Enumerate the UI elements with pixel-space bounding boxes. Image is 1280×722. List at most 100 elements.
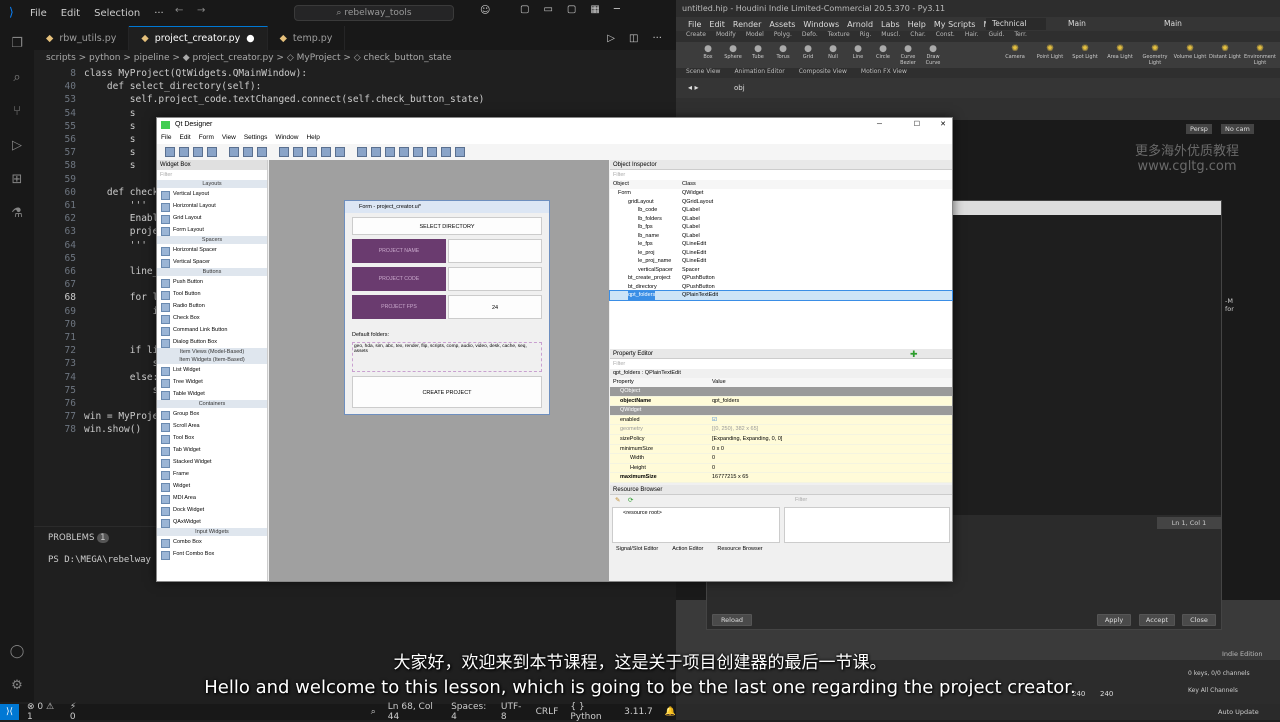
shelf-tab[interactable]: Create: [686, 31, 706, 42]
shelf-tab[interactable]: Muscl.: [881, 31, 900, 42]
tab-rbw-utils[interactable]: ◆ rbw_utils.py: [34, 26, 130, 50]
object-row[interactable]: bt_create_project QPushButton: [610, 274, 952, 283]
toolbar-button-icon[interactable]: [455, 147, 465, 157]
widget-item[interactable]: Vertical Layout: [157, 188, 267, 200]
apply-button[interactable]: Apply: [1097, 614, 1131, 626]
code-line[interactable]: s: [84, 108, 136, 119]
code-line[interactable]: win.show(): [84, 424, 141, 435]
widget-category[interactable]: Item Widgets (Item-Based): [157, 356, 267, 364]
shelf-tool[interactable]: ● Draw Curve: [921, 44, 945, 66]
code-line[interactable]: s: [84, 358, 159, 369]
shelf-tab[interactable]: Rig.: [860, 31, 872, 42]
widget-item[interactable]: QAxWidget: [157, 516, 267, 528]
widget-category[interactable]: Item Views (Model-Based): [157, 348, 267, 356]
shelf-tool[interactable]: ● Line: [846, 44, 870, 60]
layout-secondary-icon[interactable]: ▢: [567, 4, 576, 15]
main-select[interactable]: Main: [1068, 18, 1128, 30]
code-line[interactable]: i: [84, 306, 159, 317]
maximize-icon[interactable]: ☐: [914, 118, 920, 132]
toolbar-button-icon[interactable]: [243, 147, 253, 157]
code-line[interactable]: win = MyProje: [84, 411, 158, 422]
houdini-menu-item[interactable]: Assets: [769, 20, 795, 29]
object-filter[interactable]: Filter: [610, 170, 952, 180]
houdini-menu-item[interactable]: Windows: [803, 20, 839, 29]
auto-update-menu[interactable]: Auto Update: [1218, 708, 1259, 716]
qt-menu-item[interactable]: Edit: [179, 132, 190, 144]
status-spaces[interactable]: Spaces: 4: [451, 702, 489, 722]
desktop-select[interactable]: Technical: [986, 18, 1046, 30]
widget-item[interactable]: Command Link Button: [157, 324, 267, 336]
status-language[interactable]: { } Python: [570, 702, 612, 722]
search-activity-icon[interactable]: ⌕: [9, 70, 25, 86]
resource-filter[interactable]: Filter: [795, 497, 807, 503]
widget-item[interactable]: Font Combo Box: [157, 548, 267, 560]
run-icon[interactable]: ▷: [607, 33, 615, 44]
widget-item[interactable]: Scroll Area: [157, 420, 267, 432]
qt-menu-item[interactable]: Window: [275, 132, 298, 144]
split-editor-icon[interactable]: ◫: [629, 33, 638, 44]
property-filter[interactable]: Filter: [610, 359, 952, 369]
code-line[interactable]: for l: [84, 292, 159, 303]
houdini-menu-item[interactable]: Arnold: [847, 20, 873, 29]
widget-item[interactable]: Tool Box: [157, 432, 267, 444]
light-tool[interactable]: ✺ Spot Light: [1068, 44, 1102, 60]
property-row[interactable]: maximumSize 16777215 x 65: [610, 473, 952, 483]
object-row[interactable]: le_proj QLineEdit: [610, 249, 952, 258]
dock-tab[interactable]: Resource Browser: [717, 546, 762, 552]
code-line[interactable]: s: [84, 121, 136, 132]
shelf-tab[interactable]: Model: [746, 31, 764, 42]
toolbar-button-icon[interactable]: [165, 147, 175, 157]
form-window[interactable]: Form - project_creator.ui* SELECT DIRECT…: [344, 200, 550, 415]
toolbar-button-icon[interactable]: [307, 147, 317, 157]
layout-sidebar-icon[interactable]: ▢: [520, 4, 529, 15]
shelf-tool[interactable]: ● Box: [696, 44, 720, 60]
status-eol[interactable]: CRLF: [536, 707, 559, 717]
houdini-menu-item[interactable]: My Scripts: [934, 20, 976, 29]
toolbar-button-icon[interactable]: [399, 147, 409, 157]
range-end-frame[interactable]: 240: [1100, 690, 1113, 698]
code-line[interactable]: ''': [84, 200, 147, 211]
unsaved-dot-icon[interactable]: ●: [246, 33, 254, 44]
shelf-tool[interactable]: ● Torus: [771, 44, 795, 60]
accept-button[interactable]: Accept: [1139, 614, 1175, 626]
code-line[interactable]: ''': [84, 240, 147, 251]
widget-category[interactable]: Spacers: [157, 236, 267, 244]
close-button[interactable]: Close: [1182, 614, 1216, 626]
resource-root[interactable]: <resource root>: [612, 507, 780, 543]
qt-menu-item[interactable]: View: [222, 132, 236, 144]
widget-item[interactable]: Tool Button: [157, 288, 267, 300]
property-row[interactable]: sizePolicy [Expanding, Expanding, 0, 0]: [610, 434, 952, 445]
object-row[interactable]: lb_name QLabel: [610, 232, 952, 241]
breadcrumb[interactable]: scripts > python > pipeline > ◆ project_…: [34, 50, 676, 66]
dock-tab[interactable]: Signal/Slot Editor: [616, 546, 658, 552]
shelf-tab[interactable]: Guid.: [989, 31, 1005, 42]
houdini-menu-item[interactable]: File: [688, 20, 701, 29]
close-icon[interactable]: ✕: [940, 118, 946, 132]
toolbar-button-icon[interactable]: [321, 147, 331, 157]
project-fps-input[interactable]: 24: [448, 295, 542, 319]
shelf-tool[interactable]: ● Grid: [796, 44, 820, 60]
code-line[interactable]: s: [84, 385, 159, 396]
toolbar-button-icon[interactable]: [413, 147, 423, 157]
viewer-tab[interactable]: Animation Editor: [734, 68, 784, 78]
shelf-tab[interactable]: Terr.: [1014, 31, 1027, 42]
code-line[interactable]: def select_directory(self):: [84, 81, 261, 92]
widget-item[interactable]: Tree Widget: [157, 376, 267, 388]
notifications-icon[interactable]: 🔔: [665, 707, 676, 717]
toolbar-button-icon[interactable]: [427, 147, 437, 157]
light-tool[interactable]: ✺ Volume Light: [1173, 44, 1207, 60]
remote-icon[interactable]: ⟩⟨: [0, 704, 20, 720]
toolbar-button-icon[interactable]: [385, 147, 395, 157]
add-property-icon[interactable]: ✚: [910, 349, 918, 359]
object-row[interactable]: Form QWidget: [610, 189, 952, 198]
widget-category[interactable]: Containers: [157, 400, 267, 408]
property-row[interactable]: minimumSize 0 x 0: [610, 444, 952, 455]
network-path[interactable]: obj: [734, 84, 745, 92]
toolbar-button-icon[interactable]: [229, 147, 239, 157]
widget-category[interactable]: Buttons: [157, 268, 267, 276]
shelf-tool[interactable]: ● Circle: [871, 44, 895, 60]
main-select-2[interactable]: Main: [1164, 18, 1224, 30]
select-directory-button[interactable]: SELECT DIRECTORY: [352, 217, 542, 235]
run-debug-icon[interactable]: ▷: [9, 138, 25, 154]
dock-tab[interactable]: Action Editor: [672, 546, 703, 552]
